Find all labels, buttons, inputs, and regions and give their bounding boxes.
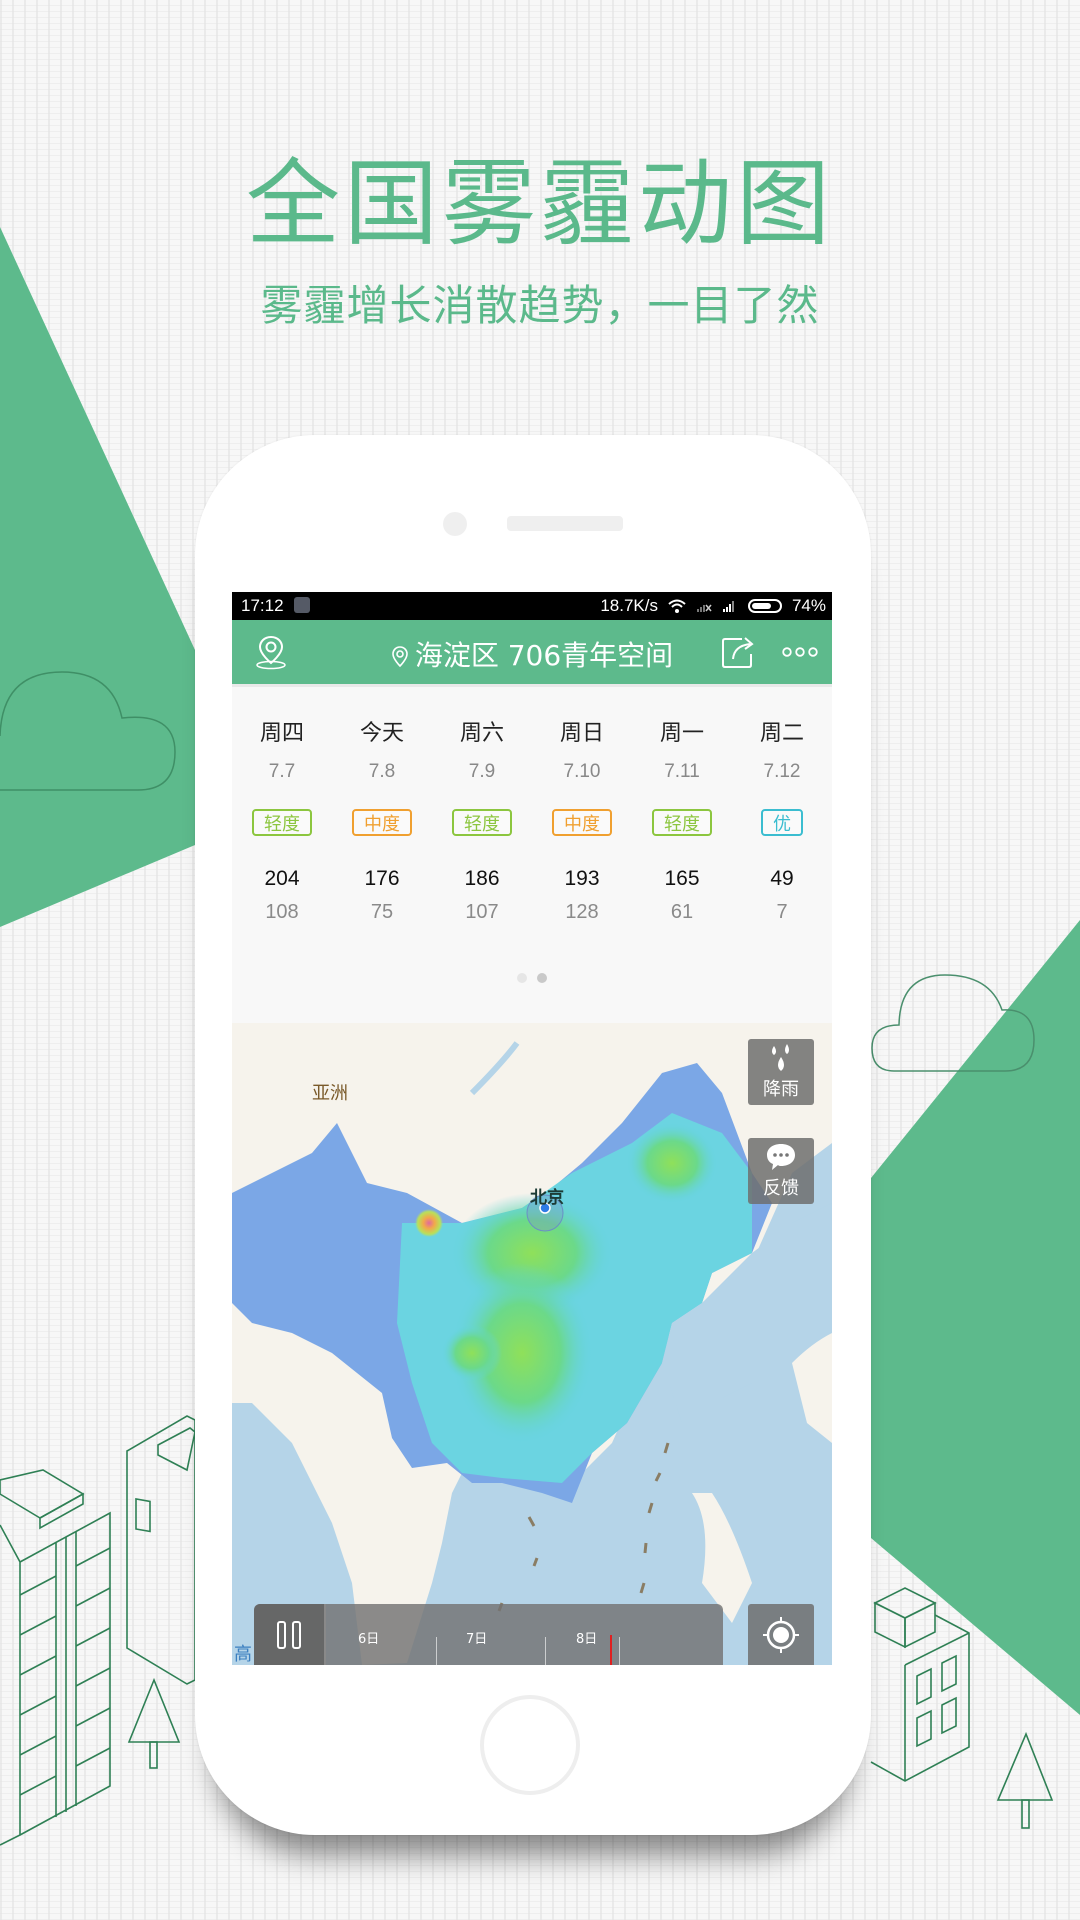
wifi-icon xyxy=(668,599,686,613)
cloud-outline-right xyxy=(871,974,1035,1072)
aqi-high: 176 xyxy=(364,867,400,890)
haze-hotspot xyxy=(442,1325,502,1381)
day-name: 周二 xyxy=(759,721,804,746)
battery-icon xyxy=(747,599,782,613)
timeline-label: 8日 xyxy=(576,1632,598,1647)
timeline-bar[interactable]: 6日 7日 8日 xyxy=(254,1604,723,1665)
status-time: 17:12 xyxy=(241,596,284,615)
page-indicator xyxy=(232,968,832,987)
rain-drops-icon xyxy=(772,1044,789,1071)
status-bar: 17:12 18.7K/s 74% xyxy=(232,592,832,620)
feedback-button-label: 反馈 xyxy=(763,1178,799,1199)
haze-map[interactable]: 亚洲 北京 降雨 反馈 高 6日 7日 8日 xyxy=(232,1023,832,1665)
more-icon[interactable] xyxy=(782,646,818,658)
right-green-shape xyxy=(871,920,1080,1715)
day-date: 7.9 xyxy=(468,761,496,782)
pin-icon xyxy=(392,646,408,668)
pollution-level-badge: 轻度 xyxy=(452,809,512,836)
day-date: 7.12 xyxy=(763,761,801,782)
pause-icon xyxy=(277,1621,301,1649)
aqi-low: 107 xyxy=(465,901,499,923)
aqi-low: 128 xyxy=(565,901,599,923)
cloud-outline-left xyxy=(0,671,176,791)
haze-hotspot-severe xyxy=(415,1209,443,1237)
day-date: 7.7 xyxy=(268,761,296,782)
tree-outline-right xyxy=(996,1731,1054,1829)
day-name: 周一 xyxy=(659,721,704,746)
pollution-level-badge: 中度 xyxy=(352,809,412,836)
signal-no-sim-icon xyxy=(696,604,712,612)
phone-camera xyxy=(443,512,467,536)
aqi-low: 75 xyxy=(370,901,394,923)
aqi-high: 186 xyxy=(464,867,500,890)
region-label: 亚洲 xyxy=(312,1083,348,1104)
app-bar: 海淀区 706青年空间 xyxy=(232,620,832,684)
page-dot[interactable] xyxy=(537,973,547,983)
timeline-tick xyxy=(619,1637,620,1665)
rain-button[interactable]: 降雨 xyxy=(748,1039,814,1105)
home-button[interactable] xyxy=(480,1695,580,1795)
timeline-current-marker[interactable] xyxy=(610,1635,612,1665)
phone-speaker xyxy=(507,516,623,531)
notification-icon xyxy=(294,597,310,613)
location-title-text: 海淀区 706青年空间 xyxy=(414,639,674,672)
day-date: 7.10 xyxy=(563,761,601,782)
promo-subheadline: 雾霾增长消散趋势，一目了然 xyxy=(260,281,820,330)
map-canvas xyxy=(232,1023,832,1665)
day-name: 周四 xyxy=(259,721,304,746)
pollution-level-badge: 轻度 xyxy=(252,809,312,836)
share-icon[interactable] xyxy=(720,634,758,670)
feedback-button[interactable]: 反馈 xyxy=(748,1138,814,1204)
aqi-high: 193 xyxy=(564,867,600,890)
page-dot[interactable] xyxy=(517,973,527,983)
pollution-level-badge: 优 xyxy=(761,809,803,836)
timeline-tick xyxy=(436,1637,437,1665)
city-label: 北京 xyxy=(530,1188,564,1208)
building-outline-right xyxy=(870,1587,970,1782)
timeline-label: 6日 xyxy=(358,1632,380,1647)
pollution-level-badge: 轻度 xyxy=(652,809,712,836)
map-credit: 高 xyxy=(234,1644,252,1665)
tree-outline-left xyxy=(127,1677,181,1769)
day-name: 周六 xyxy=(459,721,504,746)
battery-percent: 74% xyxy=(791,596,826,615)
locate-button[interactable] xyxy=(748,1604,814,1665)
signal-icon xyxy=(722,601,734,612)
app-screen: 17:12 18.7K/s 74% 海淀区 706青年空间 周四 7.7 轻度 … xyxy=(232,592,832,1665)
pause-button[interactable] xyxy=(254,1604,326,1665)
aqi-high: 49 xyxy=(770,867,794,890)
day-name: 周日 xyxy=(559,721,604,746)
chat-bubble-icon xyxy=(767,1144,795,1170)
locate-icon xyxy=(763,1617,799,1653)
day-date: 7.8 xyxy=(368,761,396,782)
aqi-low: 108 xyxy=(265,901,299,923)
pollution-level-badge: 中度 xyxy=(552,809,612,836)
building-outline-left-2 xyxy=(126,1415,196,1685)
building-outline-left xyxy=(0,1469,111,1846)
rain-button-label: 降雨 xyxy=(763,1079,799,1100)
forecast-panel[interactable]: 周四 7.7 轻度 204 108 今天 7.8 中度 176 75 周六 7.9 轻度 186 107 周日… xyxy=(232,684,832,1017)
haze-hotspot xyxy=(627,1123,717,1203)
network-speed: 18.7K/s xyxy=(600,596,658,615)
timeline-tick xyxy=(545,1637,546,1665)
aqi-high: 165 xyxy=(664,867,700,890)
aqi-high: 204 xyxy=(264,867,300,890)
day-name: 今天 xyxy=(359,721,404,746)
day-date: 7.11 xyxy=(664,761,700,782)
promo-headline: 全国雾霾动图 xyxy=(245,150,834,259)
timeline-label: 7日 xyxy=(466,1632,488,1647)
aqi-low: 61 xyxy=(670,901,694,923)
aqi-low: 7 xyxy=(776,901,788,923)
